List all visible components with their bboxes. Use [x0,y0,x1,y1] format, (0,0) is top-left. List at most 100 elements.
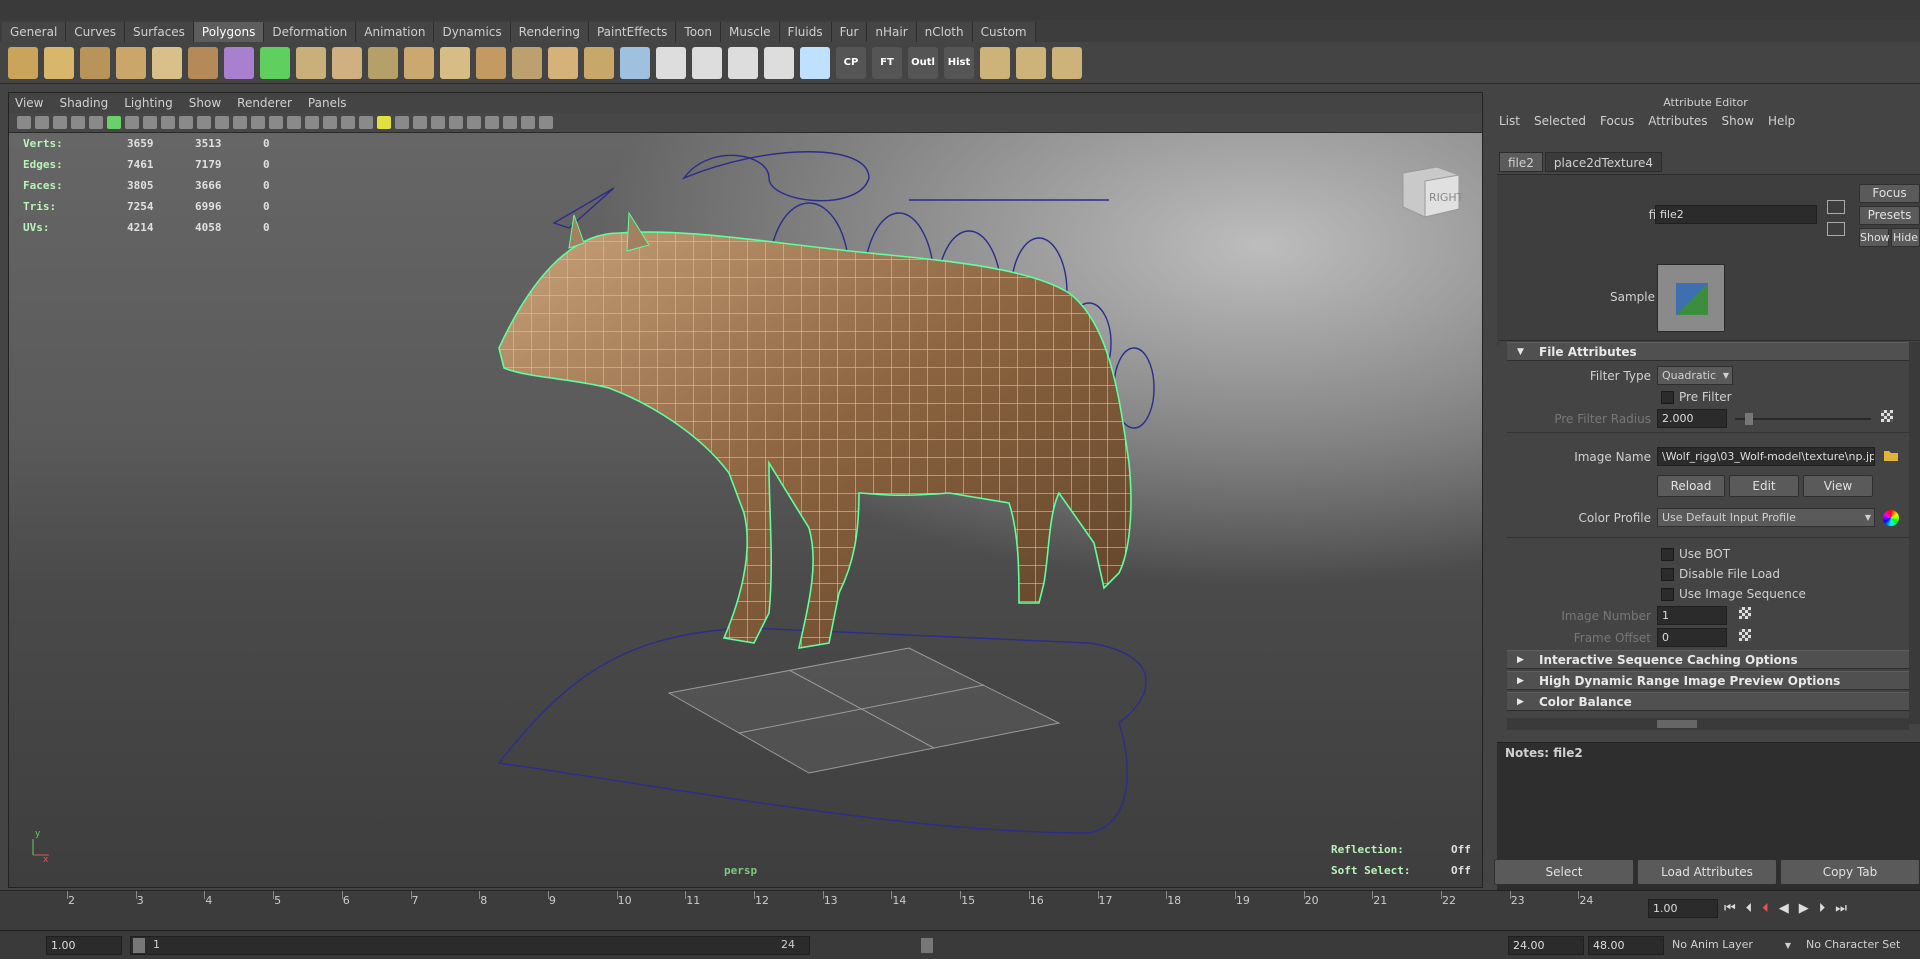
viewport-menu-view[interactable]: View [15,96,43,110]
shelf-tool-icon[interactable] [1016,46,1046,79]
shelf-cp-icon[interactable]: CP [836,46,866,79]
viewport-tool-icon[interactable] [485,116,499,129]
viewport-tool-icon[interactable] [215,116,229,129]
shelf-tab-curves[interactable]: Curves [66,22,125,42]
input-connection-icon[interactable] [1827,200,1845,214]
step-back-key-icon[interactable]: ⏴ [1746,901,1753,916]
ae-menu-list[interactable]: List [1499,114,1520,128]
step-back-frame-icon[interactable]: ⏴ [1762,901,1769,916]
shelf-tool-icon[interactable] [404,46,434,79]
shelf-tool-icon[interactable] [548,46,578,79]
pre-filter-radius-field[interactable]: 2.000 [1657,409,1727,428]
viewport-menu-renderer[interactable]: Renderer [237,96,292,110]
viewport-tool-icon[interactable] [395,116,409,129]
viewport-tool-icon[interactable] [251,116,265,129]
viewport-tool-icon[interactable] [125,116,139,129]
viewport-menu-panels[interactable]: Panels [308,96,347,110]
viewport-tool-icon[interactable] [323,116,337,129]
shelf-tool-icon[interactable] [1052,46,1082,79]
shelf-tool-icon[interactable] [512,46,542,79]
shelf-ft-icon[interactable]: FT [872,46,902,79]
shelf-tool-icon[interactable] [800,46,830,79]
wolf-model-render[interactable] [9,133,1482,887]
shelf-tab-general[interactable]: General [2,22,67,42]
viewport-tool-icon[interactable] [449,116,463,129]
view-cube[interactable]: RIGHT [1397,163,1464,219]
pre-filter-checkbox[interactable] [1661,391,1674,404]
use-bot-checkbox[interactable] [1661,548,1674,561]
color-balance-section[interactable]: ▶ Color Balance [1507,692,1909,711]
filter-type-dropdown[interactable]: Quadratic ▼ [1657,366,1733,385]
attribute-horizontal-scrollbar[interactable] [1507,718,1909,730]
animation-end-field[interactable]: 48.00 [1588,936,1664,955]
use-image-sequence-checkbox[interactable] [1661,588,1674,601]
ae-menu-help[interactable]: Help [1768,114,1795,128]
shelf-tool-icon[interactable] [728,46,758,79]
ae-menu-focus[interactable]: Focus [1600,114,1634,128]
go-to-start-icon[interactable]: ⏮ [1724,901,1736,916]
reload-button[interactable]: Reload [1657,475,1725,497]
load-attributes-button[interactable]: Load Attributes [1637,859,1777,885]
viewport-scene[interactable]: Verts: 3659 3513 0 Edges: 7461 7179 0 Faces: 3805… [9,133,1482,887]
viewport-tool-icon[interactable] [413,116,427,129]
map-button-icon[interactable] [1881,410,1893,422]
frame-offset-field[interactable]: 0 [1657,628,1727,647]
image-number-field[interactable]: 1 [1657,606,1727,625]
shelf-tool-icon[interactable] [152,46,182,79]
viewport-tool-icon[interactable] [161,116,175,129]
file-node-name-field[interactable]: file2 [1655,205,1817,224]
viewport-tool-icon[interactable] [269,116,283,129]
viewport-menu-shading[interactable]: Shading [59,96,108,110]
viewport-tool-icon[interactable] [197,116,211,129]
shelf-tab-dynamics[interactable]: Dynamics [434,22,511,42]
time-slider[interactable]: 2 3 4 5 6 7 8 9 10 11 12 13 14 15 16 17 18 19 20 21 22 23 24 1… [0,890,1920,930]
viewport-tool-icon[interactable] [503,116,517,129]
shelf-tab-custom[interactable]: Custom [972,22,1036,42]
image-name-field[interactable]: \Wolf_rigg\03_Wolf-model\texture\np.jpg [1657,447,1875,466]
select-button[interactable]: Select [1494,859,1634,885]
shelf-tab-surfaces[interactable]: Surfaces [124,22,194,42]
shelf-tool-icon[interactable] [80,46,110,79]
viewport-tool-icon[interactable] [359,116,373,129]
viewport-menu-lighting[interactable]: Lighting [124,96,173,110]
shelf-tab-deformation[interactable]: Deformation [264,22,357,42]
step-forward-key-icon[interactable]: ⏵ [1819,901,1826,916]
shelf-tool-icon[interactable] [188,46,218,79]
viewport-tool-icon[interactable] [305,116,319,129]
shelf-tool-icon[interactable] [584,46,614,79]
range-slider[interactable]: 1 24 [130,936,933,955]
shelf-tab-toon[interactable]: Toon [676,22,722,42]
playback-end-field[interactable]: 24.00 [1508,936,1584,955]
color-profile-dropdown[interactable]: Use Default Input Profile ▼ [1657,508,1875,527]
shelf-outliner-icon[interactable]: Outl [908,46,938,79]
output-connection-icon[interactable] [1827,222,1845,236]
viewport-tool-icon[interactable] [233,116,247,129]
hdr-preview-options-section[interactable]: ▶ High Dynamic Range Image Preview Option… [1507,671,1909,690]
viewport-tool-icon[interactable] [287,116,301,129]
viewport-tool-icon[interactable] [341,116,355,129]
shelf-tool-icon[interactable] [764,46,794,79]
ae-menu-show[interactable]: Show [1722,114,1754,128]
shelf-tool-icon[interactable] [440,46,470,79]
shelf-history-icon[interactable]: Hist [944,46,974,79]
shelf-tab-polygons[interactable]: Polygons [193,22,265,42]
disable-file-load-checkbox[interactable] [1661,568,1674,581]
ae-menu-selected[interactable]: Selected [1534,114,1586,128]
presets-button[interactable]: Presets [1859,206,1920,225]
shelf-tool-icon[interactable] [44,46,74,79]
shelf-tool-icon[interactable] [260,46,290,79]
shelf-tool-icon[interactable] [332,46,362,79]
sample-swatch[interactable] [1657,264,1725,332]
viewport-menu-show[interactable]: Show [189,96,221,110]
viewport-tool-icon[interactable] [467,116,481,129]
character-set-dropdown[interactable]: No Character Set [1806,938,1900,951]
folder-icon[interactable] [1883,448,1899,462]
edit-button[interactable]: Edit [1729,475,1799,497]
play-forward-icon[interactable]: ▶ [1799,901,1809,916]
viewport-tool-icon[interactable] [539,116,553,129]
viewport-tool-icon[interactable] [89,116,103,129]
view-button[interactable]: View [1803,475,1873,497]
shelf-tab-animation[interactable]: Animation [356,22,435,42]
viewport-tool-icon[interactable] [53,116,67,129]
viewport-tool-icon[interactable] [35,116,49,129]
